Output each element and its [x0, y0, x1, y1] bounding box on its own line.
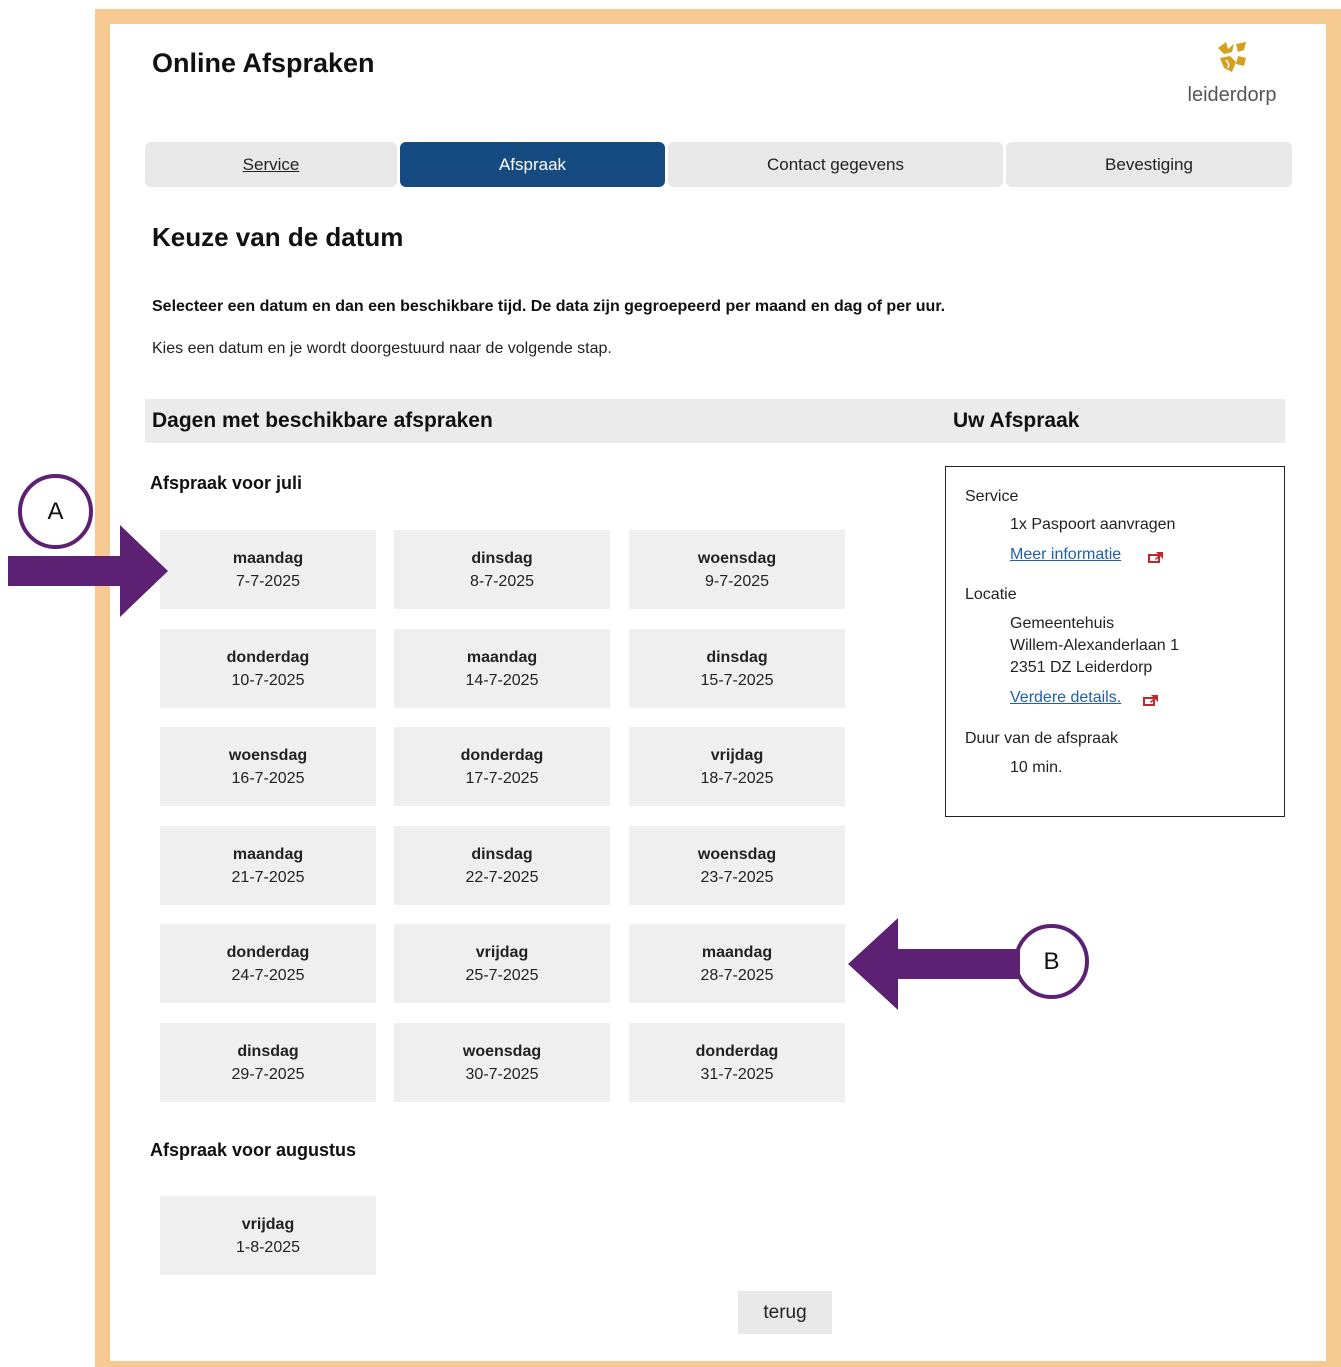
date-value: 21-7-2025	[231, 868, 305, 886]
date-button[interactable]: maandag 7-7-2025	[160, 530, 376, 609]
date-value: 23-7-2025	[700, 868, 774, 886]
date-button[interactable]: woensdag 23-7-2025	[629, 826, 845, 905]
date-value: 9-7-2025	[704, 572, 770, 590]
date-day: maandag	[466, 648, 538, 666]
tab-service[interactable]: Service	[145, 142, 397, 187]
summary-duration-value: 10 min.	[1010, 759, 1063, 776]
date-button[interactable]: vrijdag 18-7-2025	[629, 727, 845, 806]
date-value: 24-7-2025	[231, 966, 305, 984]
tab-afspraak[interactable]: Afspraak	[400, 142, 665, 187]
date-day: donderdag	[460, 746, 544, 764]
date-button[interactable]: vrijdag 25-7-2025	[394, 924, 610, 1003]
date-button[interactable]: donderdag 10-7-2025	[160, 629, 376, 708]
summary-location-city: 2351 DZ Leiderdorp	[1010, 659, 1153, 676]
date-day: dinsdag	[237, 1042, 299, 1060]
summary-location-label: Locatie	[965, 586, 1017, 603]
date-button[interactable]: dinsdag 15-7-2025	[629, 629, 845, 708]
external-link-icon	[1148, 552, 1163, 563]
date-day: woensdag	[228, 746, 308, 764]
leiderdorp-emblem-icon	[1218, 42, 1246, 72]
summary-duration-label: Duur van de afspraak	[965, 730, 1118, 747]
date-button[interactable]: maandag 14-7-2025	[394, 629, 610, 708]
available-days-heading: Dagen met beschikbare afspraken	[152, 409, 493, 432]
appointment-summary: Service 1x Paspoort aanvragen Meer infor…	[945, 466, 1285, 817]
instruction-bold: Selecteer een datum en dan een beschikba…	[152, 298, 946, 315]
logo-text: leiderdorp	[1187, 84, 1277, 106]
date-day: vrijdag	[241, 1215, 295, 1233]
date-day: woensdag	[697, 549, 777, 567]
date-button[interactable]: woensdag 16-7-2025	[160, 727, 376, 806]
date-value: 28-7-2025	[700, 966, 774, 984]
app-title: Online Afspraken	[152, 48, 375, 78]
back-button[interactable]: terug	[738, 1291, 832, 1334]
location-details-link[interactable]: Verdere details.	[1010, 689, 1121, 707]
annotation-arrow-a	[8, 525, 168, 617]
summary-location-name: Gemeentehuis	[1010, 615, 1115, 632]
date-value: 29-7-2025	[231, 1065, 305, 1083]
date-value: 31-7-2025	[700, 1065, 774, 1083]
date-value: 10-7-2025	[231, 671, 305, 689]
date-button[interactable]: donderdag 31-7-2025	[629, 1023, 845, 1102]
date-button[interactable]: dinsdag 8-7-2025	[394, 530, 610, 609]
date-button[interactable]: maandag 28-7-2025	[629, 924, 845, 1003]
date-day: maandag	[232, 845, 304, 863]
external-link-icon	[1143, 695, 1158, 706]
date-day: vrijdag	[475, 943, 529, 961]
date-day: maandag	[232, 549, 304, 567]
date-day: dinsdag	[471, 845, 533, 863]
date-value: 14-7-2025	[465, 671, 539, 689]
date-day: dinsdag	[471, 549, 533, 567]
summary-service-value: 1x Paspoort aanvragen	[1010, 516, 1176, 533]
page-heading: Keuze van de datum	[152, 222, 404, 252]
date-day: maandag	[701, 943, 773, 961]
date-button[interactable]: vrijdag 1-8-2025	[160, 1196, 376, 1275]
date-value: 18-7-2025	[700, 769, 774, 787]
date-value: 17-7-2025	[465, 769, 539, 787]
instruction-text: Kies een datum en je wordt doorgestuurd …	[152, 340, 612, 357]
date-button[interactable]: woensdag 30-7-2025	[394, 1023, 610, 1102]
more-info-link[interactable]: Meer informatie	[1010, 546, 1121, 564]
tab-contact-gegevens[interactable]: Contact gegevens	[668, 142, 1003, 187]
date-day: donderdag	[226, 943, 310, 961]
summary-service-label: Service	[965, 488, 1019, 505]
leiderdorp-logo[interactable]: leiderdorp	[1186, 40, 1278, 110]
annotation-arrow-b	[848, 918, 1020, 1010]
summary-location-street: Willem-Alexanderlaan 1	[1010, 637, 1179, 654]
month-label-august: Afspraak voor augustus	[150, 1140, 357, 1160]
date-day: donderdag	[226, 648, 310, 666]
date-value: 1-8-2025	[235, 1238, 301, 1256]
date-value: 7-7-2025	[235, 572, 301, 590]
date-button[interactable]: donderdag 17-7-2025	[394, 727, 610, 806]
date-button[interactable]: woensdag 9-7-2025	[629, 530, 845, 609]
month-label-july: Afspraak voor juli	[150, 473, 303, 493]
date-value: 15-7-2025	[700, 671, 774, 689]
tab-bevestiging[interactable]: Bevestiging	[1006, 142, 1292, 187]
date-day: dinsdag	[706, 648, 768, 666]
date-value: 8-7-2025	[469, 572, 535, 590]
date-day: donderdag	[695, 1042, 779, 1060]
date-button[interactable]: dinsdag 29-7-2025	[160, 1023, 376, 1102]
date-day: vrijdag	[710, 746, 764, 764]
annotation-marker-b: B	[1014, 924, 1089, 999]
date-value: 25-7-2025	[465, 966, 539, 984]
date-value: 22-7-2025	[465, 868, 539, 886]
your-appointment-heading: Uw Afspraak	[953, 409, 1080, 432]
date-button[interactable]: maandag 21-7-2025	[160, 826, 376, 905]
date-day: woensdag	[462, 1042, 542, 1060]
date-button[interactable]: donderdag 24-7-2025	[160, 924, 376, 1003]
date-button[interactable]: dinsdag 22-7-2025	[394, 826, 610, 905]
date-value: 30-7-2025	[465, 1065, 539, 1083]
date-value: 16-7-2025	[231, 769, 305, 787]
date-day: woensdag	[697, 845, 777, 863]
